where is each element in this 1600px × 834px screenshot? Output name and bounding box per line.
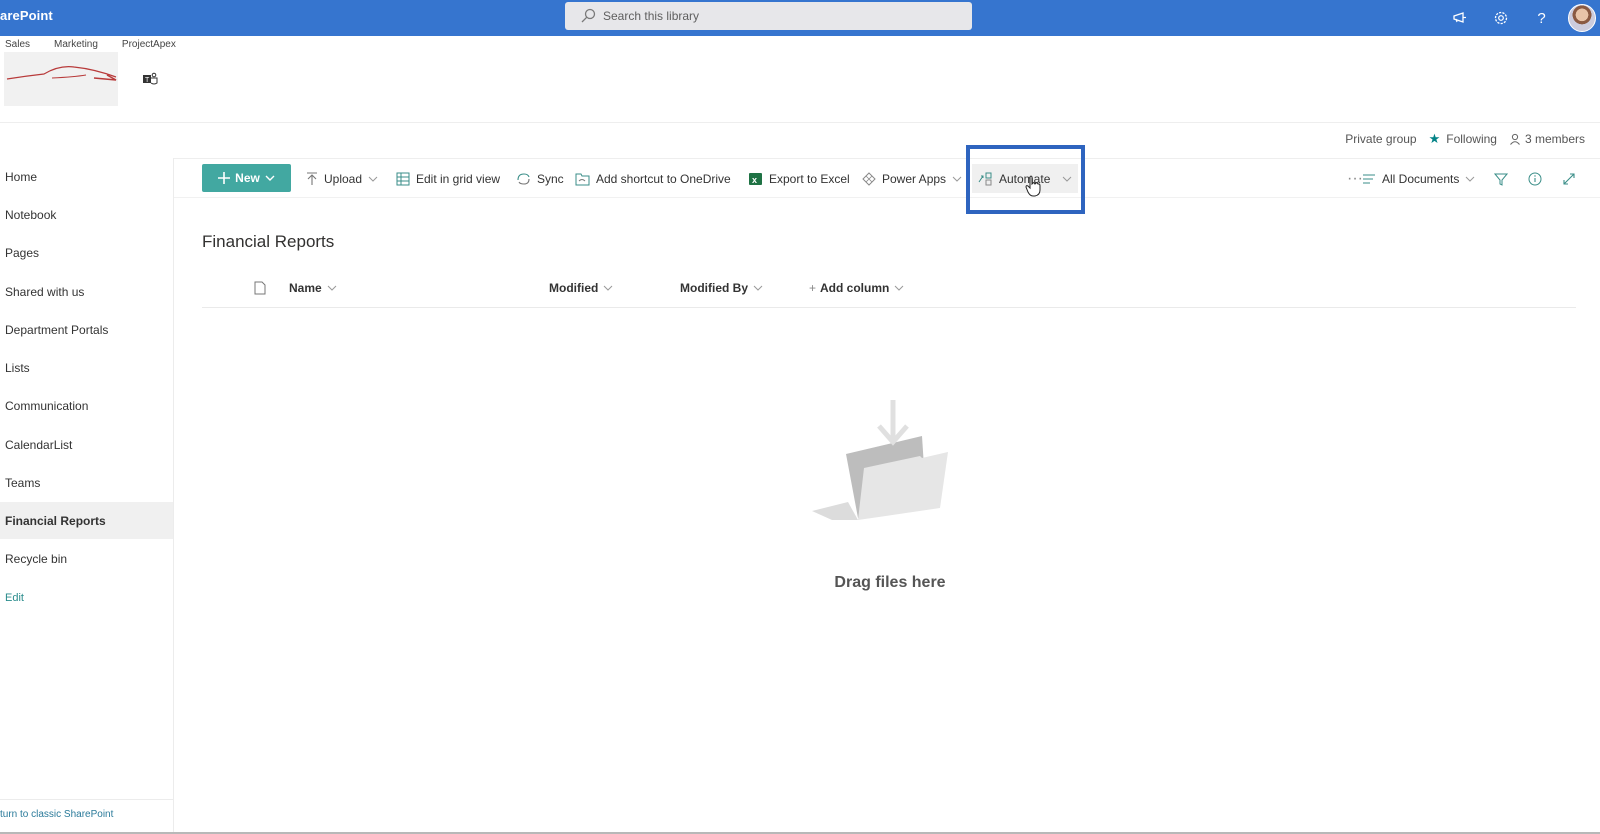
column-header-modified-by[interactable]: Modified By [680,281,763,295]
nav-item-home[interactable]: Home [0,158,173,195]
sync-icon [517,173,530,185]
nav-item-lists[interactable]: Lists [0,349,173,386]
privacy-label: Private group [1345,132,1417,146]
export-excel-label: Export to Excel [769,172,850,186]
hubnav-item-projectapex[interactable]: ProjectApex [122,39,176,50]
header-divider [0,122,1600,123]
chevron-down-icon [952,176,962,182]
chevron-down-icon [327,285,337,291]
avatar[interactable] [1568,4,1596,32]
gear-icon[interactable] [1480,0,1521,36]
power-apps-label: Power Apps [882,172,947,186]
hand-cursor-icon [1025,175,1041,197]
upload-button[interactable]: Upload [306,165,378,193]
plus-icon: + [809,281,817,295]
hubnav-item-sales[interactable]: Sales [5,39,30,50]
shortcut-folder-icon [575,173,590,186]
following-label: Following [1446,132,1497,146]
more-commands-button[interactable]: ··· [1347,165,1363,193]
view-list-icon [1363,174,1375,184]
megaphone-icon[interactable] [1439,0,1480,36]
return-to-classic-link[interactable]: turn to classic SharePoint [0,799,173,829]
empty-state-text: Drag files here [834,574,946,591]
members-button[interactable]: 3 members [1509,132,1585,146]
teams-icon[interactable]: T [142,72,158,86]
nav-item-teams[interactable]: Teams [0,464,173,501]
filter-icon [1494,173,1508,186]
info-button[interactable] [1528,165,1548,193]
power-apps-button[interactable]: Power Apps [862,165,962,193]
sync-label: Sync [537,172,564,186]
add-column-button[interactable]: + Add column [809,281,904,295]
new-button[interactable]: New [202,164,291,192]
file-type-icon[interactable] [254,281,266,295]
upload-label: Upload [324,172,363,186]
site-logo[interactable] [4,52,118,106]
chevron-down-icon [894,285,904,291]
upload-icon [307,172,317,185]
svg-text:T: T [145,77,150,84]
chevron-down-icon [265,175,275,181]
car-logo-icon [6,66,117,81]
svg-text:x: x [752,175,757,185]
chevron-down-icon [368,176,378,182]
nav-edit-link[interactable]: Edit [0,579,173,616]
column-label: Name [289,281,322,295]
plus-icon [218,172,231,184]
expand-button[interactable] [1562,165,1582,193]
search-icon [581,8,596,23]
nav-item-financial-reports[interactable]: Financial Reports [0,502,173,539]
left-navigation: Home Notebook Pages Shared with us Depar… [0,158,174,834]
search-input[interactable] [603,9,943,23]
following-button[interactable]: ★ Following [1429,131,1497,147]
nav-item-pages[interactable]: Pages [0,234,173,271]
column-header-name[interactable]: Name [289,281,337,295]
chevron-down-icon [603,285,613,291]
expand-icon [1563,173,1575,185]
star-icon: ★ [1428,131,1441,146]
column-label: Modified [549,281,599,295]
column-label: Modified By [680,281,748,295]
column-divider [202,307,1576,308]
nav-item-shared-with-us[interactable]: Shared with us [0,273,173,310]
nav-item-department-portals[interactable]: Department Portals [0,311,173,348]
command-bar: New Upload Edit in grid view Sync Add sh… [174,158,1600,198]
nav-item-recycle-bin[interactable]: Recycle bin [0,540,173,577]
filter-button[interactable] [1494,165,1514,193]
empty-folder-icon [812,400,948,520]
excel-icon: x [749,173,762,185]
nav-item-calendarlist[interactable]: CalendarList [0,426,173,463]
sync-button[interactable]: Sync [516,165,564,193]
view-label: All Documents [1382,172,1460,186]
person-icon [1510,133,1520,145]
chevron-down-icon [753,285,763,291]
chevron-down-icon [1466,176,1475,182]
help-icon[interactable]: ? [1521,0,1562,36]
add-shortcut-label: Add shortcut to OneDrive [596,172,731,186]
info-icon [1528,172,1542,186]
hub-navigation: Sales Marketing ProjectApex [5,39,200,50]
search-box[interactable] [565,2,972,30]
group-info: Private group ★ Following 3 members [1345,131,1585,147]
view-selector[interactable]: All Documents [1362,165,1475,193]
export-excel-button[interactable]: x Export to Excel [748,165,850,193]
library-title: Financial Reports [202,232,335,251]
edit-grid-view-button[interactable]: Edit in grid view [396,165,500,193]
app-name[interactable]: arePoint [0,8,53,23]
hubnav-item-marketing[interactable]: Marketing [54,39,98,50]
column-label: Add column [820,281,890,295]
grid-icon [396,172,410,186]
members-label: 3 members [1524,132,1585,146]
nav-item-notebook[interactable]: Notebook [0,196,173,233]
suite-bar: arePoint ? [0,0,1600,36]
nav-item-communication[interactable]: Communication [0,387,173,424]
add-shortcut-button[interactable]: Add shortcut to OneDrive [575,165,731,193]
power-apps-icon [862,172,876,186]
edit-grid-label: Edit in grid view [416,172,501,186]
column-header-modified[interactable]: Modified [549,281,613,295]
new-label: New [235,171,260,185]
